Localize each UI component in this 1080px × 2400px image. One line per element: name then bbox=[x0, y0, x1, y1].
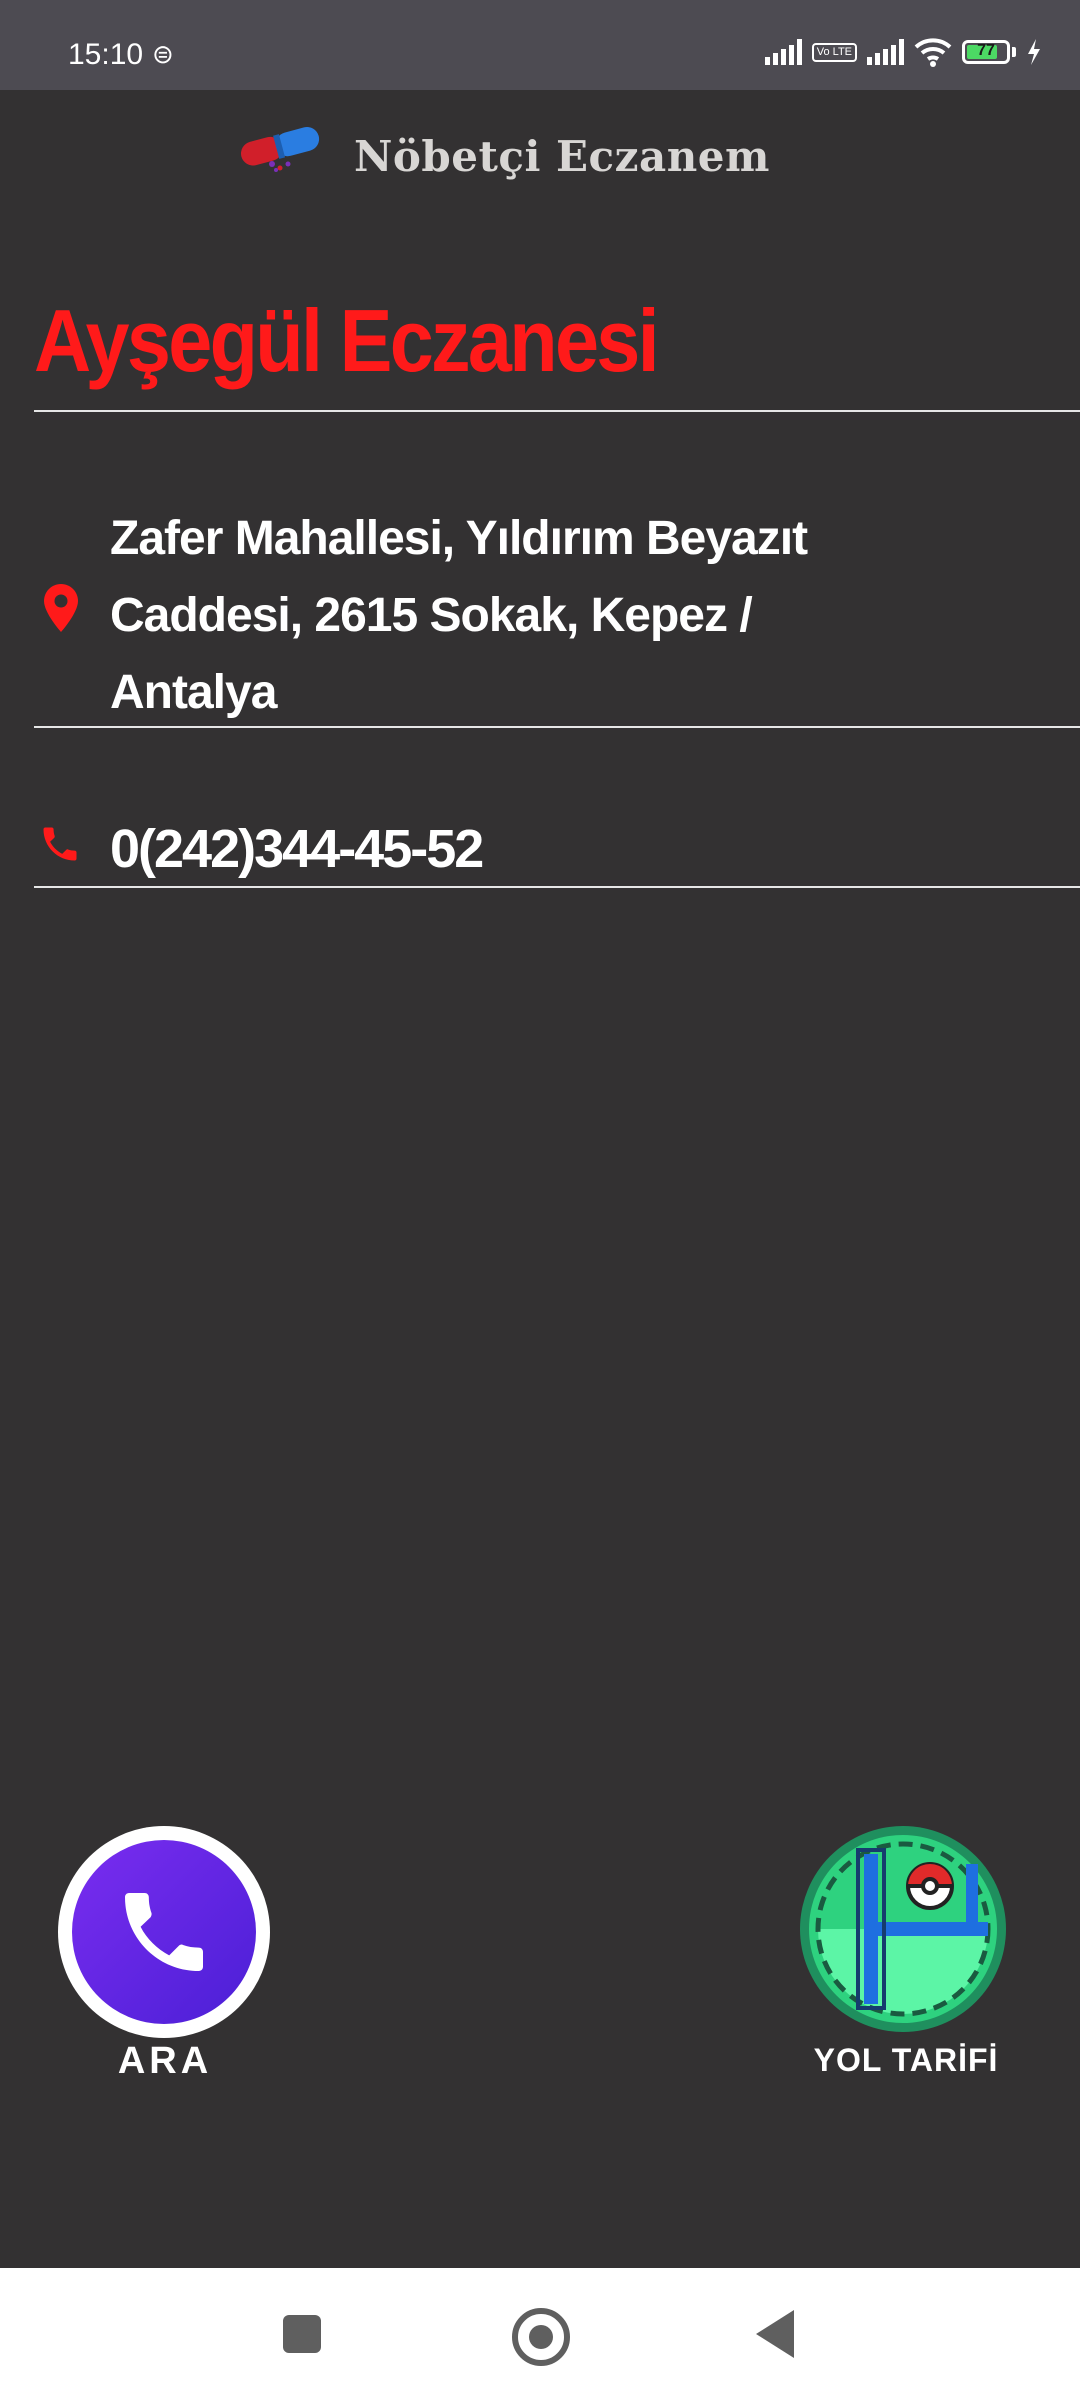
signal-icon bbox=[867, 39, 904, 65]
location-pin-icon bbox=[44, 584, 78, 632]
app-title: Nöbetçi Eczanem bbox=[354, 132, 770, 181]
call-button-label[interactable]: ARA bbox=[60, 2040, 270, 2083]
battery-level: 77 bbox=[977, 42, 995, 59]
status-time: 15:10 bbox=[68, 38, 144, 71]
sim-card-icon: ⊜ bbox=[152, 40, 174, 70]
pharmacy-name: Ayşegül Eczanesi bbox=[34, 291, 660, 390]
signal-icon bbox=[764, 39, 802, 65]
wifi-icon bbox=[914, 38, 952, 67]
divider bbox=[34, 726, 1080, 728]
divider bbox=[34, 410, 1080, 412]
charging-icon bbox=[1028, 39, 1040, 65]
recent-apps-icon[interactable] bbox=[283, 2315, 321, 2353]
status-bar: 15:10 ⊜ Vo LTE 77 bbox=[0, 0, 1080, 90]
phone-icon bbox=[43, 827, 77, 861]
volte-icon: Vo LTE bbox=[811, 42, 857, 62]
back-icon[interactable] bbox=[756, 2310, 794, 2358]
phone-number[interactable]: 0(242)344-45-52 bbox=[110, 818, 484, 880]
home-icon[interactable] bbox=[512, 2308, 570, 2366]
system-nav-bar bbox=[0, 2268, 1080, 2400]
pill-capsule-logo bbox=[240, 127, 320, 172]
directions-map-icon[interactable] bbox=[798, 1824, 1008, 2034]
phone-handset-icon bbox=[125, 1893, 203, 1971]
app-header: Nöbetçi Eczanem bbox=[0, 90, 1080, 220]
battery-icon: 77 bbox=[962, 40, 1010, 64]
status-icons: Vo LTE 77 bbox=[764, 32, 1042, 72]
divider bbox=[34, 886, 1080, 888]
address-text: Zafer Mahallesi, Yıldırım Beyazıt Caddes… bbox=[110, 512, 808, 719]
directions-button-label[interactable]: YOL TARİFİ bbox=[790, 2042, 1022, 2079]
call-button[interactable] bbox=[58, 1826, 270, 2038]
